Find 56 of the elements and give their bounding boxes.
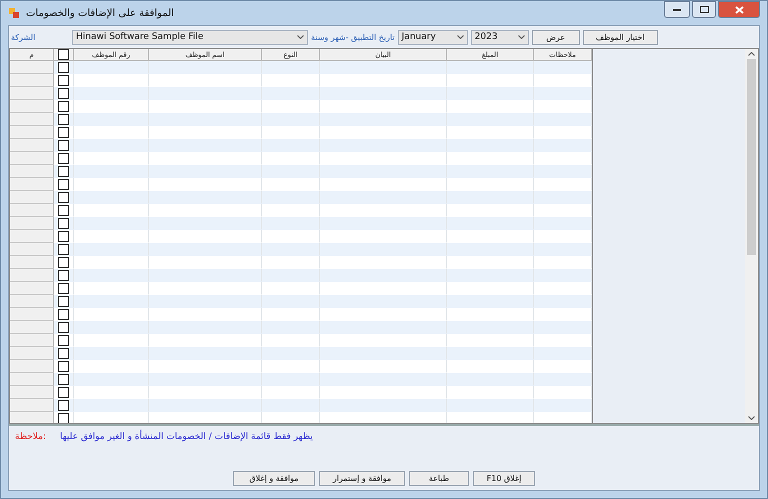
row-checkbox[interactable] <box>58 348 69 358</box>
select-employee-button[interactable]: اختيار الموظف <box>582 30 658 44</box>
app-icon <box>8 7 20 19</box>
note-text: يظهر فقط قائمة الإضافات / الخصومات المنشأة و الغير موافق عليها <box>60 432 313 442</box>
caret-icon <box>518 35 525 39</box>
minimize-button[interactable] <box>664 1 690 18</box>
month-dropdown[interactable]: January <box>398 30 468 44</box>
date-label: تاريخ التطبيق -شهر وسنة <box>311 32 395 42</box>
maximize-button[interactable] <box>692 1 716 18</box>
row-checkbox[interactable] <box>58 192 69 202</box>
caret-icon <box>748 416 755 420</box>
row-checkbox[interactable] <box>58 308 69 320</box>
row-checkbox[interactable] <box>58 374 69 384</box>
row-checkbox[interactable] <box>58 114 69 124</box>
row-checkbox[interactable] <box>58 256 69 268</box>
action-button[interactable]: طباعة <box>409 471 469 486</box>
minimize-icon <box>673 8 681 10</box>
row-checkbox[interactable] <box>58 360 69 372</box>
row-checkbox[interactable] <box>58 152 69 164</box>
maximize-icon <box>700 6 708 13</box>
row-checkbox[interactable] <box>58 230 69 242</box>
select-all-checkbox[interactable] <box>58 49 69 60</box>
company-label: الشركة <box>11 32 36 42</box>
row-checkbox[interactable] <box>58 204 69 216</box>
close-button[interactable] <box>718 1 760 18</box>
window-title: الموافقة على الإضافات والخصومات <box>26 8 174 18</box>
row-checkbox[interactable] <box>58 62 69 72</box>
row-checkbox[interactable] <box>58 400 69 410</box>
row-checkbox[interactable] <box>58 322 69 332</box>
action-button[interactable]: F10 إغلاق <box>473 471 535 486</box>
row-checkbox[interactable] <box>58 88 69 98</box>
row-checkbox[interactable] <box>58 270 69 280</box>
scrollbar[interactable] <box>745 49 758 423</box>
action-button[interactable]: موافقة و إغلاق <box>233 471 315 486</box>
close-icon <box>734 6 744 14</box>
caret-icon <box>456 35 464 39</box>
row-checkbox[interactable] <box>58 166 69 176</box>
row-checkbox[interactable] <box>58 218 69 228</box>
row-checkbox[interactable] <box>58 126 69 138</box>
year-dropdown[interactable]: 2023 <box>470 30 529 44</box>
show-button[interactable]: عرض <box>532 30 580 44</box>
row-checkbox[interactable] <box>58 244 69 254</box>
company-dropdown[interactable]: Hinawi Software Sample File <box>72 30 308 44</box>
row-checkbox[interactable] <box>58 334 69 346</box>
row-checkbox[interactable] <box>58 386 69 398</box>
row-checkbox[interactable] <box>58 296 69 306</box>
row-checkbox[interactable] <box>58 282 69 294</box>
row-checkbox[interactable] <box>58 412 69 423</box>
row-checkbox[interactable] <box>58 140 69 150</box>
row-checkbox[interactable] <box>58 100 69 112</box>
action-button[interactable]: موافقة و إستمرار <box>319 471 405 486</box>
note-label: ملاحظة: <box>15 432 46 442</box>
row-checkbox[interactable] <box>58 74 69 86</box>
row-checkbox[interactable] <box>58 178 69 190</box>
caret-icon <box>748 52 755 56</box>
caret-icon <box>297 35 304 39</box>
